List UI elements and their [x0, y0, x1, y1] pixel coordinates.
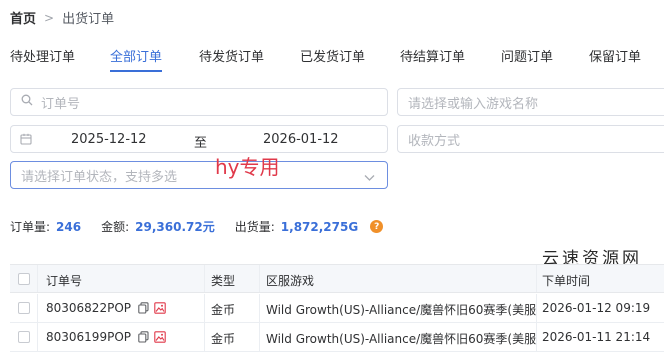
tab-all[interactable]: 全部订单 [110, 46, 162, 65]
calendar-icon [20, 133, 32, 149]
order-time: 2026-01-11 21:14 [542, 330, 651, 344]
tab-pending[interactable]: 待处理订单 [10, 46, 75, 65]
chevron-down-icon [364, 171, 375, 186]
payment-method-select[interactable]: 收款方式 [397, 125, 664, 153]
tab-problem[interactable]: 问题订单 [501, 46, 553, 65]
header-game: 区服游戏 [266, 274, 315, 288]
table-row[interactable]: 80306822POP 金币 Wild Growth(US)-Alliance/… [10, 294, 664, 323]
order-number: 80306822POP [46, 301, 131, 315]
table-header: 订单号 类型 区服游戏 下单时间 [10, 265, 664, 293]
active-tab-indicator [110, 70, 162, 72]
row-checkbox[interactable] [18, 302, 30, 314]
order-count-label: 订单量: [10, 220, 51, 234]
breadcrumb-home[interactable]: 首页 [10, 8, 36, 27]
amount-label: 金额: [101, 220, 130, 234]
header-type: 类型 [211, 274, 236, 288]
help-icon[interactable]: ? [370, 220, 384, 233]
header-time: 下单时间 [542, 274, 591, 288]
header-order-no: 订单号 [46, 274, 83, 288]
order-type: 金币 [211, 332, 236, 346]
order-game: Wild Growth(US)-Alliance/魔兽怀旧60赛季(美服) [266, 303, 536, 317]
status-placeholder: 请选择订单状态，支持多选 [21, 169, 178, 185]
copy-icon[interactable] [138, 302, 149, 317]
order-tabs: 待处理订单 全部订单 待发货订单 已发货订单 待结算订单 问题订单 保留订单 [0, 46, 664, 72]
breadcrumb-current: 出货订单 [62, 12, 115, 27]
orders-table: 订单号 类型 区服游戏 下单时间 80306822POP 金币 Wild Gro… [10, 264, 664, 352]
row-checkbox[interactable] [18, 331, 30, 343]
shipped-label: 出货量: [234, 220, 275, 234]
date-end-value[interactable]: 2026-01-12 [263, 132, 339, 147]
image-icon[interactable] [154, 331, 166, 346]
table-row[interactable]: 80306199POP 金币 Wild Growth(US)-Alliance/… [10, 323, 664, 352]
tab-to-ship[interactable]: 待发货订单 [199, 46, 264, 65]
tab-shipped[interactable]: 已发货订单 [300, 46, 365, 65]
game-placeholder: 请选择或输入游戏名称 [408, 96, 539, 112]
date-range-separator: 至 [194, 136, 208, 151]
payment-placeholder: 收款方式 [408, 133, 461, 149]
order-count-value: 246 [56, 219, 82, 234]
order-time: 2026-01-12 09:19 [542, 301, 651, 315]
order-status-select[interactable]: 请选择订单状态，支持多选 [10, 161, 388, 189]
game-select[interactable]: 请选择或输入游戏名称 [397, 88, 664, 116]
chevron-right-icon: > [44, 10, 55, 25]
tab-to-settle[interactable]: 待结算订单 [400, 46, 465, 65]
order-number: 80306199POP [46, 330, 131, 344]
date-range-picker[interactable]: 2025-12-12 至 2026-01-12 [10, 125, 388, 153]
tab-reserved[interactable]: 保留订单 [589, 46, 641, 65]
amount-value: 29,360.72元 [135, 220, 215, 234]
order-game: Wild Growth(US)-Alliance/魔兽怀旧60赛季(美服) [266, 332, 536, 346]
search-icon [21, 94, 33, 110]
order-number-placeholder: 订单号 [41, 96, 81, 112]
shipped-value: 1,872,275G [280, 219, 359, 234]
order-summary: 订单量: 246 金额: 29,360.72元 出货量: 1,872,275G … [10, 218, 384, 235]
breadcrumb: 首页 > 出货订单 [10, 8, 115, 28]
select-all-checkbox[interactable] [18, 273, 30, 285]
copy-icon[interactable] [138, 331, 149, 346]
hy-watermark: hy专用 [215, 155, 280, 179]
image-icon[interactable] [154, 302, 166, 317]
order-type: 金币 [211, 303, 236, 317]
date-start-value[interactable]: 2025-12-12 [71, 132, 147, 147]
order-number-input[interactable]: 订单号 [10, 88, 388, 116]
